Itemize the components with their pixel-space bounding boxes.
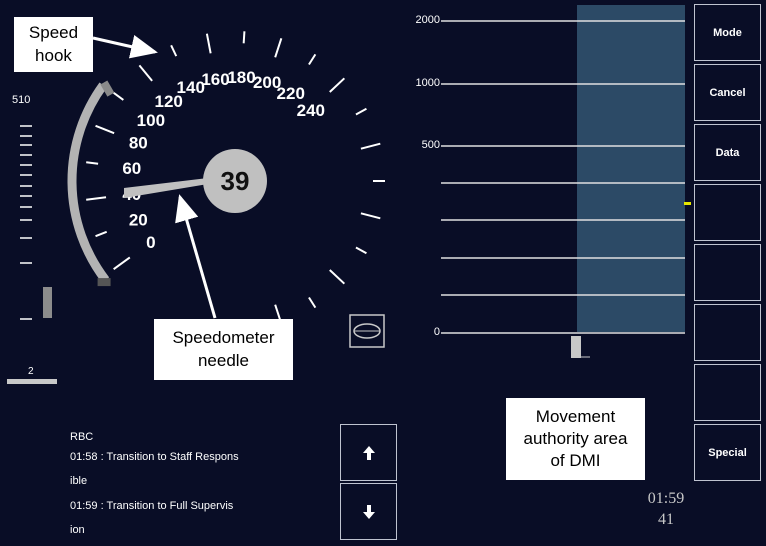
callout-speed-hook: Speed hook (14, 17, 93, 72)
dmi-screen: 510 2 020406080100120140160180200220240 (0, 0, 766, 546)
annotation-arrows (92, 35, 217, 319)
callout-speedometer-needle: Speedometer needle (154, 319, 293, 380)
callout-ma-area: Movement authority area of DMI (506, 398, 645, 480)
